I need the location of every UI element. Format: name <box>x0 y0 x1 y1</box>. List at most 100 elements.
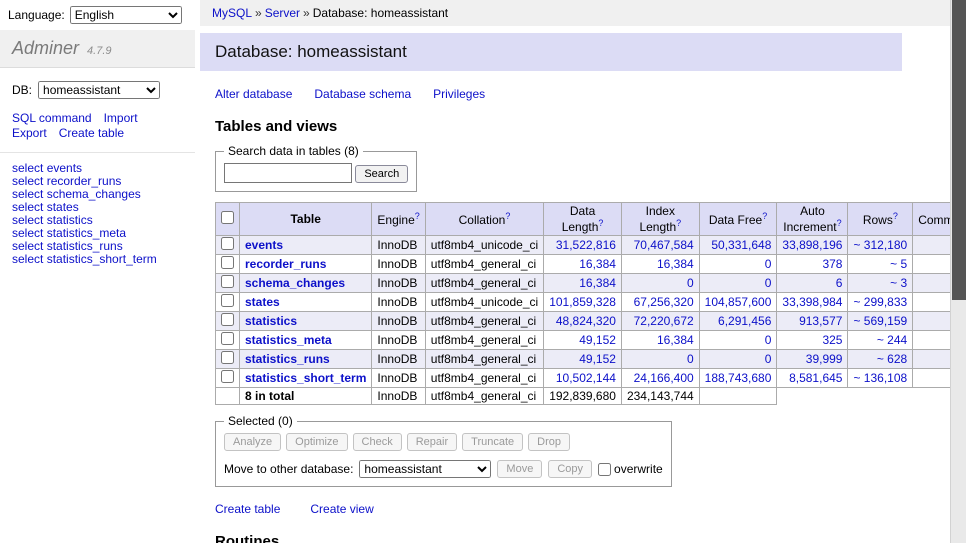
overwrite-checkbox[interactable] <box>598 463 611 476</box>
sidebar-table-link[interactable]: statistics_short_term <box>47 252 157 266</box>
sidebar-select-link[interactable]: select <box>12 161 43 175</box>
check-button[interactable]: Check <box>353 433 402 451</box>
data-length-link[interactable]: 49,152 <box>579 333 616 347</box>
sidebar-select-link[interactable]: select <box>12 226 43 240</box>
index-length-link[interactable]: 16,384 <box>657 257 694 271</box>
search-button[interactable]: Search <box>355 165 408 183</box>
row-checkbox[interactable] <box>221 313 234 326</box>
rows-count-link[interactable]: ~ 5 <box>890 257 907 271</box>
rows-count-link[interactable]: ~ 136,108 <box>853 371 907 385</box>
data-length-link[interactable]: 10,502,144 <box>556 371 616 385</box>
select-all-checkbox[interactable] <box>221 211 234 224</box>
sidebar-select-link[interactable]: select <box>12 187 43 201</box>
table-name-link[interactable]: recorder_runs <box>245 257 326 271</box>
data-free-link[interactable]: 6,291,456 <box>718 314 771 328</box>
data-length-link[interactable]: 101,859,328 <box>549 295 616 309</box>
rows-count-link[interactable]: ~ 299,833 <box>853 295 907 309</box>
data-free-link[interactable]: 188,743,680 <box>705 371 772 385</box>
drop-button[interactable]: Drop <box>528 433 570 451</box>
sidebar-link-create-table[interactable]: Create table <box>59 126 124 140</box>
help-link[interactable]: ? <box>415 211 420 221</box>
sidebar-link-export[interactable]: Export <box>12 126 47 140</box>
index-length-link[interactable]: 24,166,400 <box>634 371 694 385</box>
move-button[interactable]: Move <box>497 460 542 478</box>
index-length-link[interactable]: 70,467,584 <box>634 238 694 252</box>
link-privileges[interactable]: Privileges <box>433 87 485 101</box>
auto-increment-link[interactable]: 39,999 <box>806 352 843 366</box>
table-name-link[interactable]: states <box>245 295 280 309</box>
link-database-schema[interactable]: Database schema <box>314 87 411 101</box>
optimize-button[interactable]: Optimize <box>286 433 347 451</box>
help-link[interactable]: ? <box>505 211 510 221</box>
sidebar-select-link[interactable]: select <box>12 239 43 253</box>
data-length-link[interactable]: 31,522,816 <box>556 238 616 252</box>
data-length-link[interactable]: 49,152 <box>579 352 616 366</box>
sidebar-table-link[interactable]: schema_changes <box>47 187 141 201</box>
sidebar-table-link[interactable]: events <box>47 161 82 175</box>
index-length-link[interactable]: 67,256,320 <box>634 295 694 309</box>
table-name-link[interactable]: statistics <box>245 314 297 328</box>
table-name-link[interactable]: statistics_meta <box>245 333 332 347</box>
auto-increment-link[interactable]: 8,581,645 <box>789 371 842 385</box>
row-checkbox[interactable] <box>221 237 234 250</box>
auto-increment-link[interactable]: 913,577 <box>799 314 842 328</box>
data-free-link[interactable]: 0 <box>765 333 772 347</box>
index-length-link[interactable]: 16,384 <box>657 333 694 347</box>
help-link[interactable]: ? <box>893 211 898 221</box>
sidebar-table-link[interactable]: statistics_runs <box>47 239 123 253</box>
truncate-button[interactable]: Truncate <box>462 433 523 451</box>
data-free-link[interactable]: 104,857,600 <box>705 295 772 309</box>
rows-count-link[interactable]: ~ 569,159 <box>853 314 907 328</box>
rows-count-link[interactable]: ~ 3 <box>890 276 907 290</box>
row-checkbox[interactable] <box>221 370 234 383</box>
analyze-button[interactable]: Analyze <box>224 433 281 451</box>
auto-increment-link[interactable]: 33,398,984 <box>782 295 842 309</box>
index-length-link[interactable]: 0 <box>687 352 694 366</box>
scrollbar-thumb[interactable] <box>952 0 966 300</box>
index-length-link[interactable]: 0 <box>687 276 694 290</box>
help-link[interactable]: ? <box>598 218 603 228</box>
index-length-link[interactable]: 72,220,672 <box>634 314 694 328</box>
sidebar-select-link[interactable]: select <box>12 174 43 188</box>
sidebar-select-link[interactable]: select <box>12 252 43 266</box>
sidebar-select-link[interactable]: select <box>12 200 43 214</box>
data-free-link[interactable]: 0 <box>765 257 772 271</box>
table-name-link[interactable]: statistics_runs <box>245 352 330 366</box>
data-free-link[interactable]: 0 <box>765 276 772 290</box>
help-link[interactable]: ? <box>837 218 842 228</box>
sidebar-table-link[interactable]: states <box>47 200 79 214</box>
repair-button[interactable]: Repair <box>407 433 457 451</box>
table-name-link[interactable]: schema_changes <box>245 276 345 290</box>
rows-count-link[interactable]: ~ 244 <box>877 333 907 347</box>
sidebar-table-link[interactable]: recorder_runs <box>47 174 122 188</box>
language-select[interactable]: English <box>70 6 182 24</box>
rows-count-link[interactable]: ~ 628 <box>877 352 907 366</box>
rows-count-link[interactable]: ~ 312,180 <box>853 238 907 252</box>
sidebar-link-import[interactable]: Import <box>104 111 138 125</box>
sidebar-select-link[interactable]: select <box>12 213 43 227</box>
link-create-view[interactable]: Create view <box>310 502 373 516</box>
auto-increment-link[interactable]: 33,898,196 <box>782 238 842 252</box>
data-free-link[interactable]: 0 <box>765 352 772 366</box>
sidebar-table-link[interactable]: statistics_meta <box>47 226 126 240</box>
auto-increment-link[interactable]: 378 <box>822 257 842 271</box>
move-db-select[interactable]: homeassistant <box>359 460 491 478</box>
row-checkbox[interactable] <box>221 256 234 269</box>
data-length-link[interactable]: 16,384 <box>579 276 616 290</box>
scrollbar[interactable] <box>950 0 966 543</box>
help-link[interactable]: ? <box>676 218 681 228</box>
table-name-link[interactable]: statistics_short_term <box>245 371 366 385</box>
search-input[interactable] <box>224 163 352 183</box>
breadcrumb-link-server[interactable]: Server <box>265 6 300 20</box>
help-link[interactable]: ? <box>762 211 767 221</box>
row-checkbox[interactable] <box>221 275 234 288</box>
auto-increment-link[interactable]: 325 <box>822 333 842 347</box>
adminer-logo-link[interactable]: Adminer <box>12 38 79 58</box>
data-length-link[interactable]: 16,384 <box>579 257 616 271</box>
table-name-link[interactable]: events <box>245 238 283 252</box>
row-checkbox[interactable] <box>221 332 234 345</box>
link-create-table[interactable]: Create table <box>215 502 280 516</box>
data-free-link[interactable]: 50,331,648 <box>711 238 771 252</box>
sidebar-link-sql-command[interactable]: SQL command <box>12 111 92 125</box>
db-select[interactable]: homeassistant <box>38 81 160 99</box>
